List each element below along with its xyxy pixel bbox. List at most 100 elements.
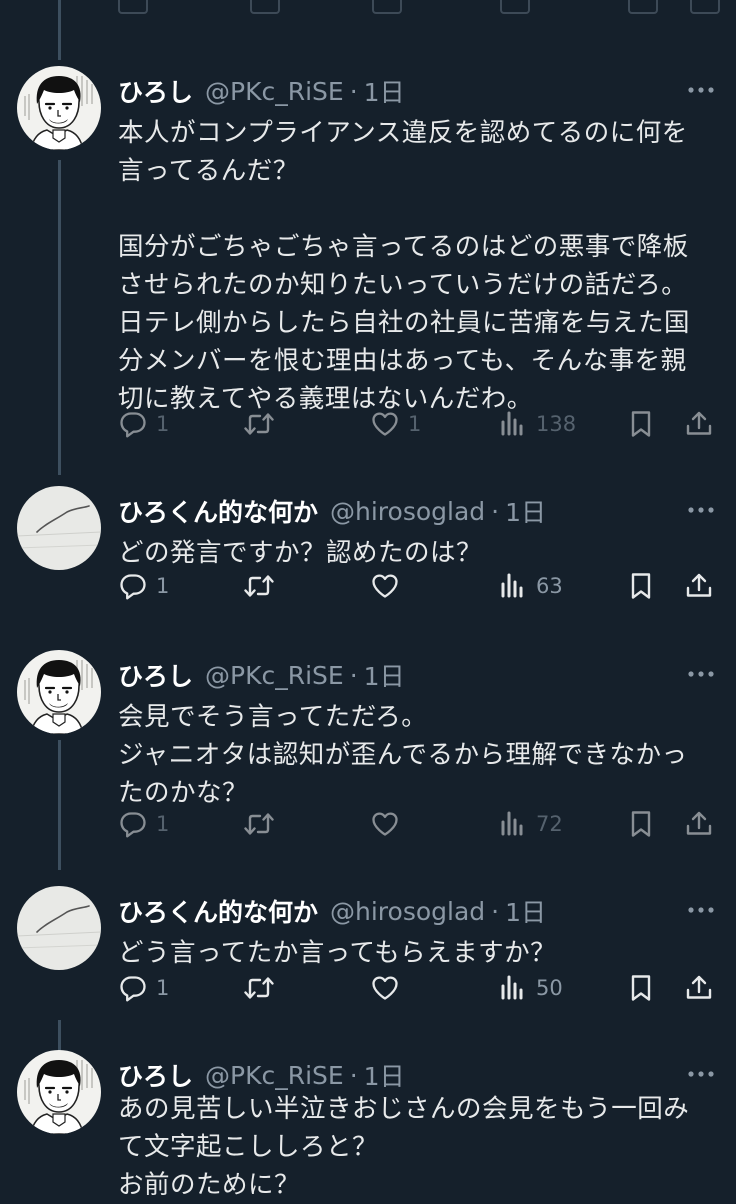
tweet[interactable]: ひろし @PKc_RiSE · 1日 あの見苦しい半泣きおじさんの会見をもう一回… [0,1050,736,1200]
heart-icon [370,571,400,601]
views-button[interactable]: 63 [498,566,563,606]
views-button[interactable]: 138 [498,404,576,444]
like-button[interactable] [370,804,408,844]
tweet[interactable]: ひろし @PKc_RiSE · 1日 本人がコンプライアンス違反を認めてるのに何… [0,66,736,486]
tweet-header: ひろくん的な何か @hirosoglad · 1日 [118,494,676,528]
display-name[interactable]: ひろし [118,1057,193,1093]
avatar[interactable] [17,886,101,970]
view-count: 138 [536,412,577,436]
separator: · [349,660,358,690]
reply-count: 1 [156,812,170,836]
retweet-icon [242,571,276,601]
more-icon[interactable] [686,498,716,522]
user-handle[interactable]: @PKc_RiSE [205,77,344,106]
previous-action-icon [118,0,148,14]
previous-action-icon [690,0,720,14]
tweet-text: 会見でそう言ってただろ。 ジャニオタは認知が歪んでるから理解できなかっ たのかな… [118,702,688,808]
user-handle[interactable]: @hirosoglad [330,497,485,526]
tweet-actions: 1 50 [118,968,718,1008]
avatar[interactable] [17,650,101,734]
timestamp[interactable]: 1日 [364,657,405,693]
views-icon [498,973,528,1003]
view-count: 63 [536,574,563,598]
view-count: 50 [536,976,563,1000]
tweet-header: ひろし @PKc_RiSE · 1日 [118,74,676,108]
bookmark-button[interactable] [626,404,656,444]
tweet[interactable]: ひろくん的な何か @hirosoglad · 1日 どう言ってたか言ってもらえま… [0,886,736,1036]
avatar[interactable] [17,1050,101,1134]
separator: · [491,896,500,926]
reply-count: 1 [156,574,170,598]
previous-action-icon [500,0,530,14]
avatar[interactable] [17,66,101,150]
reply-button[interactable]: 1 [118,566,169,606]
reply-button[interactable]: 1 [118,404,169,444]
reply-count: 1 [156,412,170,436]
display-name[interactable]: ひろくん的な何か [118,893,318,929]
separator: · [349,76,358,106]
share-button[interactable] [684,566,714,606]
previous-action-icon [372,0,402,14]
like-button[interactable] [370,968,408,1008]
display-name[interactable]: ひろし [118,73,193,109]
bookmark-button[interactable] [626,968,656,1008]
avatar-image [17,886,101,970]
bookmark-icon [626,973,656,1003]
heart-icon [370,409,400,439]
tweet-actions: 1 1 138 [118,404,718,444]
view-count: 72 [536,812,563,836]
like-button[interactable] [370,566,408,606]
avatar-image [17,650,101,734]
retweet-icon [242,409,276,439]
more-icon[interactable] [686,1062,716,1086]
tweet[interactable]: ひろし @PKc_RiSE · 1日 会見でそう言ってただろ。 ジャニオタは認知… [0,650,736,870]
views-icon [498,809,528,839]
retweet-button[interactable] [242,804,284,844]
bookmark-button[interactable] [626,804,656,844]
display-name[interactable]: ひろくん的な何か [118,493,318,529]
timestamp[interactable]: 1日 [505,893,546,929]
avatar-image [17,1050,101,1134]
tweet-actions: 1 63 [118,566,718,606]
previous-tweet-actions [0,0,736,22]
user-handle[interactable]: @PKc_RiSE [205,1061,344,1090]
timestamp[interactable]: 1日 [364,73,405,109]
retweet-button[interactable] [242,566,284,606]
views-button[interactable]: 72 [498,804,563,844]
tweet-header: ひろくん的な何か @hirosoglad · 1日 [118,894,676,928]
bookmark-icon [626,809,656,839]
reply-icon [118,571,148,601]
separator: · [491,496,500,526]
reply-button[interactable]: 1 [118,804,169,844]
bookmark-icon [626,409,656,439]
timestamp[interactable]: 1日 [364,1057,405,1093]
tweet-actions: 1 72 [118,804,718,844]
separator: · [349,1060,358,1090]
tweet-text: 本人がコンプライアンス違反を認めてるのに何を 言ってるんだ？ 国分がごちゃごちゃ… [118,118,691,414]
retweet-button[interactable] [242,404,284,444]
reply-count: 1 [156,976,170,1000]
user-handle[interactable]: @PKc_RiSE [205,661,344,690]
timestamp[interactable]: 1日 [505,493,546,529]
views-button[interactable]: 50 [498,968,563,1008]
tweet[interactable]: ひろくん的な何か @hirosoglad · 1日 どの発言ですか？認めたのは？… [0,486,736,636]
retweet-icon [242,973,276,1003]
bookmark-button[interactable] [626,566,656,606]
heart-icon [370,809,400,839]
reply-icon [118,973,148,1003]
tweet-header: ひろし @PKc_RiSE · 1日 [118,1058,676,1092]
more-icon[interactable] [686,662,716,686]
more-icon[interactable] [686,78,716,102]
like-button[interactable]: 1 [370,404,421,444]
avatar-image [17,66,101,150]
retweet-button[interactable] [242,968,284,1008]
display-name[interactable]: ひろし [118,657,193,693]
share-button[interactable] [684,804,714,844]
avatar[interactable] [17,486,101,570]
share-icon [684,973,714,1003]
reply-button[interactable]: 1 [118,968,169,1008]
more-icon[interactable] [686,898,716,922]
share-button[interactable] [684,404,714,444]
user-handle[interactable]: @hirosoglad [330,897,485,926]
share-button[interactable] [684,968,714,1008]
